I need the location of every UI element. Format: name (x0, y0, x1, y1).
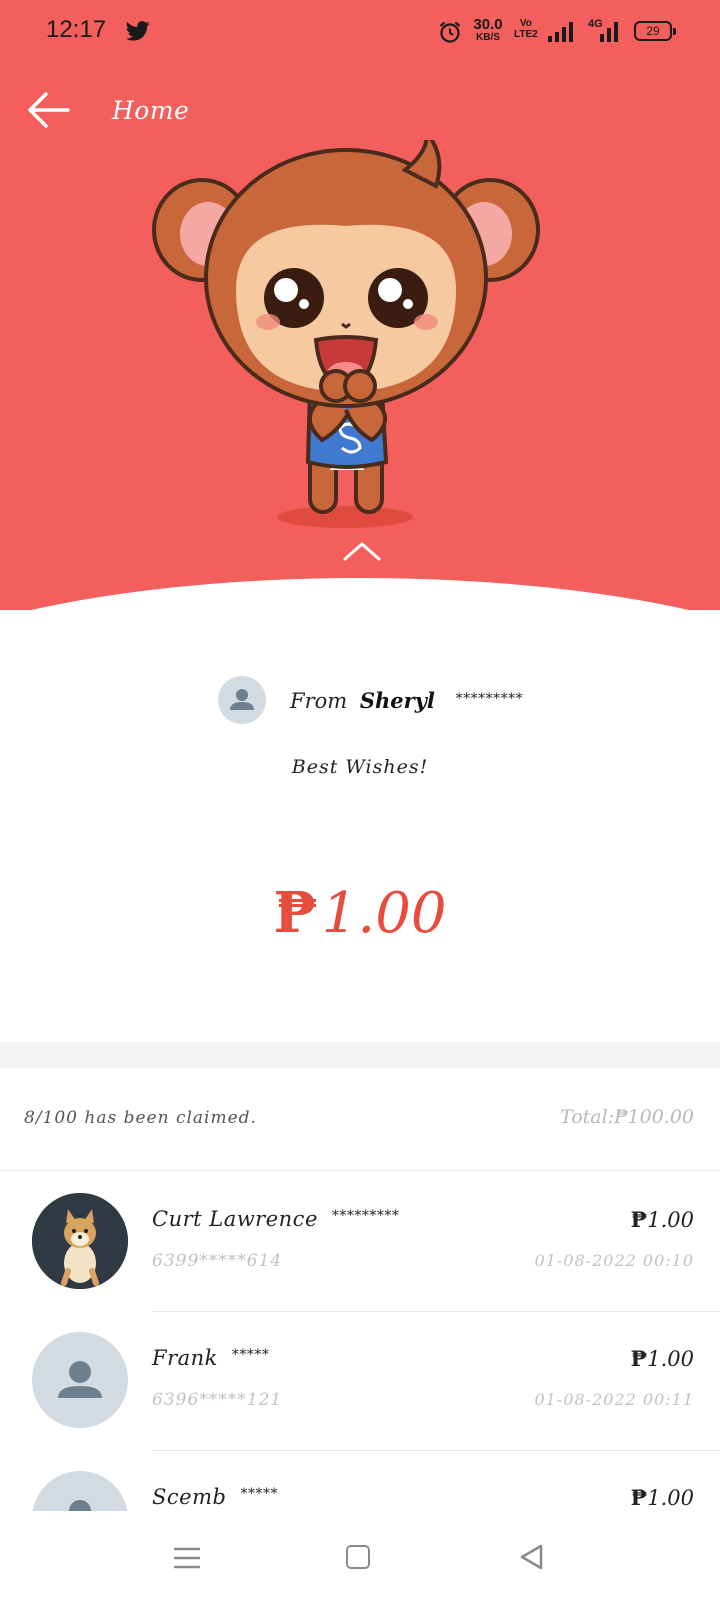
list-item[interactable]: Scemb ***** ₱1.00 (0, 1449, 720, 1511)
claimer-name: Frank ***** (152, 1346, 269, 1370)
person-icon (230, 689, 254, 710)
sender-info: From Sheryl ********* (0, 676, 720, 726)
network-speed-unit: KB/S (476, 32, 500, 43)
sender-name-mask: ********* (455, 691, 524, 707)
header-banner: 12:17 30.0 KB/S Vo LTE2 4G 29 Home (0, 0, 720, 610)
claim-amount-value: 1.00 (647, 1486, 694, 1510)
menu-icon[interactable] (174, 1545, 200, 1571)
list-item[interactable]: Frank ***** 6396*****121 ₱1.00 01-08-2022… (0, 1310, 720, 1451)
nav-title[interactable]: Home (112, 96, 189, 125)
claim-time: 01-08-2022 00:11 (534, 1390, 694, 1409)
claimer-name: Scemb ***** (152, 1485, 278, 1509)
sender-line: From Sheryl ********* (290, 688, 523, 713)
section-divider (0, 1042, 720, 1068)
person-icon (58, 1361, 102, 1398)
volte-bottom: LTE2 (514, 29, 538, 40)
alarm-icon (439, 21, 461, 43)
claimed-count: 8/100 has been claimed. (24, 1108, 257, 1128)
claim-amount: ₱1.00 (631, 1346, 694, 1371)
claimer-phone: 6396*****121 (152, 1390, 283, 1410)
claim-currency: ₱ (630, 1346, 648, 1371)
dog-avatar-image (32, 1193, 128, 1289)
total-amount: Total:₱100.00 (560, 1106, 694, 1128)
claim-time: 01-08-2022 00:10 (534, 1251, 694, 1270)
claim-amount: ₱1.00 (631, 1485, 694, 1510)
sender-avatar (218, 676, 266, 724)
status-bar: 12:17 30.0 KB/S Vo LTE2 4G 29 (0, 0, 720, 64)
home-square-icon[interactable] (346, 1545, 370, 1569)
back-triangle-icon[interactable] (518, 1543, 544, 1571)
total-value: 100.00 (627, 1106, 694, 1128)
claimer-name-mask: ***** (240, 1486, 278, 1502)
twitter-icon (126, 21, 150, 41)
avatar (32, 1193, 128, 1289)
total-currency: ₱ (614, 1106, 628, 1128)
network-speed-value: 30.0 (473, 16, 503, 33)
list-item[interactable]: Curt Lawrence ********* 6399*****614 ₱1.0… (0, 1171, 720, 1312)
header-curve (0, 578, 720, 610)
signal-bars-icon-2 (600, 22, 618, 42)
system-navigation-bar (0, 1515, 720, 1600)
claim-currency: ₱ (630, 1207, 648, 1232)
amount-value: 1.00 (321, 881, 447, 946)
claimer-name-text: Curt Lawrence (152, 1207, 318, 1231)
sender-from-label: From (290, 689, 348, 713)
monkey-mascot-illustration (152, 140, 540, 528)
claim-currency: ₱ (630, 1485, 648, 1510)
claim-list: Curt Lawrence ********* 6399*****614 ₱1.0… (0, 1171, 720, 1511)
total-label: Total: (560, 1106, 615, 1128)
claimer-name-text: Scemb (152, 1485, 227, 1509)
currency-symbol: ₱ (273, 880, 318, 946)
network-speed: 30.0 KB/S (470, 17, 506, 44)
claimer-name-text: Frank (152, 1346, 218, 1370)
battery-icon: 29 (634, 21, 676, 41)
signal-bars-icon (548, 22, 573, 42)
greeting-message: Best Wishes! (291, 756, 429, 778)
claimer-phone: 6399*****614 (152, 1251, 283, 1271)
claimer-name-mask: ***** (231, 1347, 270, 1363)
back-arrow-icon[interactable] (26, 90, 72, 130)
chevron-up-icon[interactable] (342, 540, 382, 562)
claimer-name: Curt Lawrence ********* (152, 1207, 399, 1231)
person-icon (69, 1500, 91, 1511)
received-amount: ₱1.00 (0, 880, 720, 946)
status-time: 12:17 (46, 16, 107, 43)
claimer-name-mask: ********* (331, 1208, 400, 1224)
avatar (32, 1332, 128, 1428)
avatar (32, 1471, 128, 1511)
volte-badge: Vo LTE2 (514, 18, 538, 40)
claim-amount-value: 1.00 (647, 1208, 694, 1232)
claim-amount-value: 1.00 (647, 1347, 694, 1371)
claim-amount: ₱1.00 (631, 1207, 694, 1232)
sender-name: Sheryl (359, 688, 435, 713)
volte-top: Vo (519, 18, 532, 29)
